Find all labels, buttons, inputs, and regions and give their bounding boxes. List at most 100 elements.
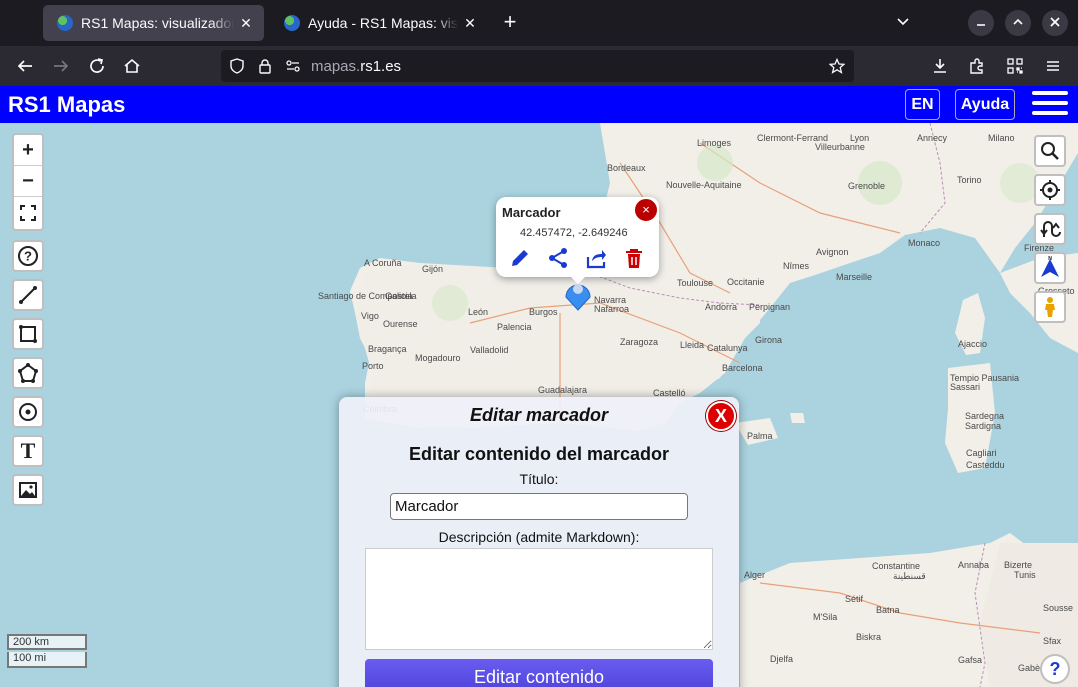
compass-north-icon: N <box>1041 256 1059 277</box>
map-place-label: Annaba <box>958 560 990 570</box>
image-tool-icon <box>19 482 37 498</box>
map-place-label: Avignon <box>816 247 849 257</box>
search-icon <box>1041 142 1059 160</box>
route-icon <box>1040 221 1061 237</box>
delete-trash-icon[interactable] <box>623 247 645 269</box>
draw-line-button[interactable] <box>12 279 44 311</box>
map-place-label: Biskra <box>856 632 882 642</box>
map-place-label: León <box>468 307 489 317</box>
map-place-label: M'Sila <box>813 612 838 622</box>
scale-mi: 100 mi <box>7 652 87 668</box>
map-place-label: Limoges <box>697 138 732 148</box>
map-place-label: Batna <box>876 605 900 615</box>
circle-tool-icon <box>19 403 37 421</box>
map-place-label: Bragança <box>368 344 407 354</box>
close-window-icon[interactable] <box>1042 10 1068 36</box>
map-place-label: Burgos <box>529 307 558 317</box>
fullscreen-icon <box>20 204 36 221</box>
language-en-button[interactable]: EN <box>905 89 940 120</box>
tab-list-chevron-icon[interactable] <box>890 10 916 36</box>
zoom-in-button[interactable]: + <box>14 135 42 166</box>
tab-title: Ayuda - RS1 Mapas: visualiz <box>308 15 458 31</box>
map-place-label: Perpignan <box>749 302 791 312</box>
help-floating-button[interactable]: ? <box>1040 654 1070 684</box>
crosshair-icon <box>1040 180 1060 200</box>
zoom-out-button[interactable]: − <box>14 166 42 197</box>
search-button[interactable] <box>1034 135 1066 167</box>
map-place-label: Nafarroa <box>594 304 630 314</box>
reload-icon[interactable] <box>85 54 109 78</box>
export-icon[interactable] <box>585 247 607 269</box>
svg-text:N: N <box>1048 256 1052 262</box>
help-button[interactable]: Ayuda <box>955 89 1015 120</box>
app-title: RS1 Mapas <box>8 92 126 117</box>
fullscreen-button[interactable] <box>14 197 42 228</box>
navigation-bar: mapas.rs1.es <box>0 46 1078 86</box>
map-place-label: Sassari <box>950 382 981 392</box>
tracking-shield-icon[interactable] <box>229 58 245 74</box>
lock-icon[interactable] <box>257 58 273 74</box>
routing-button[interactable] <box>1034 213 1066 245</box>
forward-arrow-icon[interactable] <box>49 54 73 78</box>
map-place-label: Villeurbanne <box>815 142 865 152</box>
map-place-label: Andorra <box>705 302 738 312</box>
dialog-close-button[interactable]: X <box>706 401 736 431</box>
info-button[interactable]: ? <box>12 240 44 272</box>
image-tool-button[interactable] <box>12 474 44 506</box>
share-icon[interactable] <box>547 247 569 269</box>
description-textarea[interactable] <box>365 548 713 650</box>
map-place-label: Occitanie <box>727 277 765 287</box>
map-place-label: Gijón <box>422 264 444 274</box>
popup-tip <box>570 276 586 284</box>
map-place-label: Grenoble <box>848 181 886 191</box>
app-menu-icon[interactable] <box>1032 91 1068 119</box>
title-input[interactable] <box>390 493 688 520</box>
draw-circle-button[interactable] <box>12 396 44 428</box>
home-icon[interactable] <box>120 54 144 78</box>
map-place-label: Guadalajara <box>538 385 588 395</box>
text-tool-button[interactable]: T <box>12 435 44 467</box>
permissions-icon[interactable] <box>285 58 301 74</box>
new-tab-plus-icon[interactable]: + <box>500 11 520 33</box>
tab-close-icon[interactable]: ✕ <box>238 15 254 32</box>
dialog-heading: Editar contenido del marcador <box>408 444 670 464</box>
tab-ayuda[interactable]: Ayuda - RS1 Mapas: visualiz ✕ <box>270 5 488 41</box>
url-text: mapas.rs1.es <box>311 58 401 75</box>
popup-close-button[interactable]: × <box>634 198 658 222</box>
qr-code-icon[interactable] <box>1003 54 1027 78</box>
map-place-label: Palencia <box>497 322 532 332</box>
map-place-label: Palma <box>747 431 773 441</box>
edit-content-button[interactable]: Editar contenido <box>365 659 713 687</box>
map-place-label: Monaco <box>908 238 941 248</box>
draw-polygon-button[interactable] <box>12 357 44 389</box>
draw-rectangle-button[interactable] <box>12 318 44 350</box>
street-view-button[interactable] <box>1034 291 1066 323</box>
edit-pencil-icon[interactable] <box>509 247 531 269</box>
tab-rs1-mapas[interactable]: RS1 Mapas: visualizador de ✕ <box>43 5 264 41</box>
tab-close-icon[interactable]: ✕ <box>462 15 478 32</box>
url-host: rs1.es <box>360 58 402 75</box>
description-label: Descripción (admite Markdown): <box>438 529 640 545</box>
map-place-label: Djelfa <box>770 654 794 664</box>
maximize-icon[interactable] <box>1005 10 1031 36</box>
locate-button[interactable] <box>1034 174 1066 206</box>
map-place-label: قسنطينة <box>893 571 926 581</box>
north-compass-button[interactable]: N <box>1034 252 1066 284</box>
bookmark-star-icon[interactable] <box>828 57 846 74</box>
map-place-label: Vigo <box>361 311 379 321</box>
menu-hamburger-icon[interactable] <box>1041 54 1065 78</box>
extensions-puzzle-icon[interactable] <box>965 54 989 78</box>
back-arrow-icon[interactable] <box>13 54 37 78</box>
map-view[interactable]: Limoges Clermont-Ferrand Villeurbanne Lyon A… <box>0 123 1078 687</box>
downloads-icon[interactable] <box>928 54 952 78</box>
map-place-label: Sousse <box>1043 603 1074 613</box>
map-place-label: A Coruña <box>364 258 402 268</box>
edit-marker-dialog: Editar marcador X Editar contenido del m… <box>339 397 739 687</box>
map-place-label: Milano <box>988 133 1015 143</box>
map-place-label: Lleida <box>680 340 705 350</box>
minimize-icon[interactable] <box>968 10 994 36</box>
svg-text:?: ? <box>24 249 32 264</box>
map-place-label: Zaragoza <box>620 337 659 347</box>
map-place-label: Constantine <box>872 561 921 571</box>
url-bar[interactable]: mapas.rs1.es <box>221 50 854 82</box>
